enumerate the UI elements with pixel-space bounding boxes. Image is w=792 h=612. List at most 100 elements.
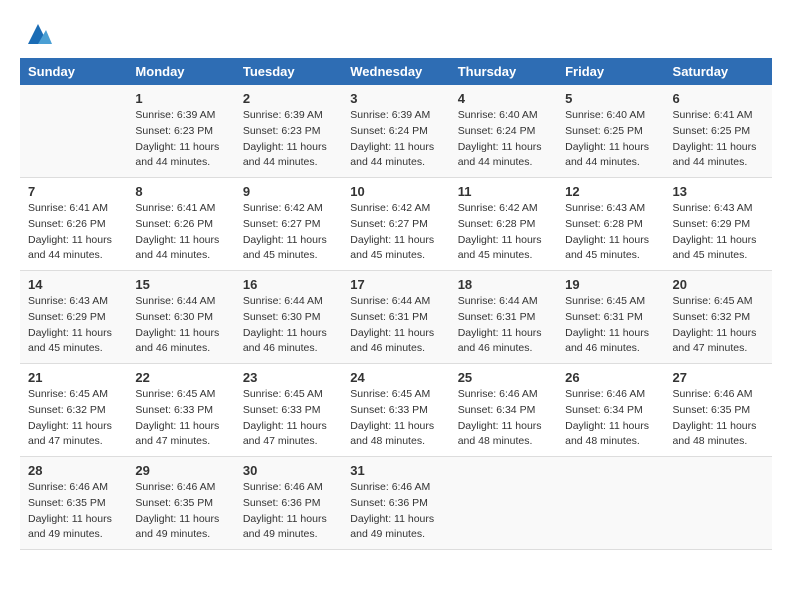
calendar-cell: 21 Sunrise: 6:45 AMSunset: 6:32 PMDaylig… — [20, 364, 127, 457]
day-info: Sunrise: 6:46 AMSunset: 6:34 PMDaylight:… — [458, 387, 549, 450]
day-info: Sunrise: 6:46 AMSunset: 6:35 PMDaylight:… — [135, 480, 226, 543]
day-number: 21 — [28, 370, 119, 385]
day-info: Sunrise: 6:39 AMSunset: 6:23 PMDaylight:… — [243, 108, 334, 171]
day-number: 20 — [673, 277, 764, 292]
calendar-cell: 1 Sunrise: 6:39 AMSunset: 6:23 PMDayligh… — [127, 85, 234, 178]
calendar-table: SundayMondayTuesdayWednesdayThursdayFrid… — [20, 58, 772, 550]
day-info: Sunrise: 6:44 AMSunset: 6:30 PMDaylight:… — [135, 294, 226, 357]
calendar-week-row: 1 Sunrise: 6:39 AMSunset: 6:23 PMDayligh… — [20, 85, 772, 178]
header-day: Saturday — [665, 58, 772, 85]
day-number: 2 — [243, 91, 334, 106]
day-number: 28 — [28, 463, 119, 478]
calendar-cell: 27 Sunrise: 6:46 AMSunset: 6:35 PMDaylig… — [665, 364, 772, 457]
calendar-cell: 6 Sunrise: 6:41 AMSunset: 6:25 PMDayligh… — [665, 85, 772, 178]
header-day: Tuesday — [235, 58, 342, 85]
calendar-cell: 9 Sunrise: 6:42 AMSunset: 6:27 PMDayligh… — [235, 178, 342, 271]
day-info: Sunrise: 6:39 AMSunset: 6:23 PMDaylight:… — [135, 108, 226, 171]
calendar-week-row: 21 Sunrise: 6:45 AMSunset: 6:32 PMDaylig… — [20, 364, 772, 457]
day-info: Sunrise: 6:43 AMSunset: 6:29 PMDaylight:… — [673, 201, 764, 264]
day-info: Sunrise: 6:43 AMSunset: 6:28 PMDaylight:… — [565, 201, 656, 264]
day-number: 6 — [673, 91, 764, 106]
day-number: 10 — [350, 184, 441, 199]
calendar-cell: 16 Sunrise: 6:44 AMSunset: 6:30 PMDaylig… — [235, 271, 342, 364]
day-info: Sunrise: 6:44 AMSunset: 6:31 PMDaylight:… — [458, 294, 549, 357]
logo-icon — [24, 20, 52, 48]
calendar-body: 1 Sunrise: 6:39 AMSunset: 6:23 PMDayligh… — [20, 85, 772, 550]
calendar-cell: 30 Sunrise: 6:46 AMSunset: 6:36 PMDaylig… — [235, 457, 342, 550]
calendar-week-row: 7 Sunrise: 6:41 AMSunset: 6:26 PMDayligh… — [20, 178, 772, 271]
calendar-cell: 8 Sunrise: 6:41 AMSunset: 6:26 PMDayligh… — [127, 178, 234, 271]
header-row: SundayMondayTuesdayWednesdayThursdayFrid… — [20, 58, 772, 85]
calendar-cell — [557, 457, 664, 550]
day-number: 27 — [673, 370, 764, 385]
calendar-week-row: 14 Sunrise: 6:43 AMSunset: 6:29 PMDaylig… — [20, 271, 772, 364]
day-info: Sunrise: 6:45 AMSunset: 6:31 PMDaylight:… — [565, 294, 656, 357]
day-number: 25 — [458, 370, 549, 385]
day-info: Sunrise: 6:43 AMSunset: 6:29 PMDaylight:… — [28, 294, 119, 357]
day-info: Sunrise: 6:42 AMSunset: 6:28 PMDaylight:… — [458, 201, 549, 264]
day-number: 14 — [28, 277, 119, 292]
day-info: Sunrise: 6:46 AMSunset: 6:35 PMDaylight:… — [673, 387, 764, 450]
calendar-cell: 29 Sunrise: 6:46 AMSunset: 6:35 PMDaylig… — [127, 457, 234, 550]
calendar-cell: 10 Sunrise: 6:42 AMSunset: 6:27 PMDaylig… — [342, 178, 449, 271]
day-number: 5 — [565, 91, 656, 106]
calendar-cell: 28 Sunrise: 6:46 AMSunset: 6:35 PMDaylig… — [20, 457, 127, 550]
day-number: 22 — [135, 370, 226, 385]
calendar-cell — [665, 457, 772, 550]
calendar-cell: 26 Sunrise: 6:46 AMSunset: 6:34 PMDaylig… — [557, 364, 664, 457]
day-info: Sunrise: 6:41 AMSunset: 6:26 PMDaylight:… — [28, 201, 119, 264]
calendar-cell: 18 Sunrise: 6:44 AMSunset: 6:31 PMDaylig… — [450, 271, 557, 364]
calendar-cell: 31 Sunrise: 6:46 AMSunset: 6:36 PMDaylig… — [342, 457, 449, 550]
day-info: Sunrise: 6:42 AMSunset: 6:27 PMDaylight:… — [243, 201, 334, 264]
calendar-cell: 13 Sunrise: 6:43 AMSunset: 6:29 PMDaylig… — [665, 178, 772, 271]
calendar-cell: 2 Sunrise: 6:39 AMSunset: 6:23 PMDayligh… — [235, 85, 342, 178]
header-day: Monday — [127, 58, 234, 85]
day-number: 12 — [565, 184, 656, 199]
day-info: Sunrise: 6:46 AMSunset: 6:34 PMDaylight:… — [565, 387, 656, 450]
header-day: Friday — [557, 58, 664, 85]
calendar-cell: 19 Sunrise: 6:45 AMSunset: 6:31 PMDaylig… — [557, 271, 664, 364]
day-number: 8 — [135, 184, 226, 199]
day-info: Sunrise: 6:39 AMSunset: 6:24 PMDaylight:… — [350, 108, 441, 171]
day-info: Sunrise: 6:45 AMSunset: 6:33 PMDaylight:… — [350, 387, 441, 450]
calendar-cell: 20 Sunrise: 6:45 AMSunset: 6:32 PMDaylig… — [665, 271, 772, 364]
calendar-cell — [20, 85, 127, 178]
day-number: 17 — [350, 277, 441, 292]
calendar-cell: 4 Sunrise: 6:40 AMSunset: 6:24 PMDayligh… — [450, 85, 557, 178]
day-number: 19 — [565, 277, 656, 292]
day-number: 11 — [458, 184, 549, 199]
day-info: Sunrise: 6:44 AMSunset: 6:31 PMDaylight:… — [350, 294, 441, 357]
calendar-cell: 11 Sunrise: 6:42 AMSunset: 6:28 PMDaylig… — [450, 178, 557, 271]
header-day: Sunday — [20, 58, 127, 85]
logo — [20, 20, 52, 48]
day-number: 26 — [565, 370, 656, 385]
day-number: 31 — [350, 463, 441, 478]
day-number: 7 — [28, 184, 119, 199]
calendar-cell — [450, 457, 557, 550]
calendar-cell: 14 Sunrise: 6:43 AMSunset: 6:29 PMDaylig… — [20, 271, 127, 364]
day-number: 3 — [350, 91, 441, 106]
day-info: Sunrise: 6:45 AMSunset: 6:33 PMDaylight:… — [243, 387, 334, 450]
day-number: 15 — [135, 277, 226, 292]
day-number: 13 — [673, 184, 764, 199]
day-info: Sunrise: 6:40 AMSunset: 6:24 PMDaylight:… — [458, 108, 549, 171]
day-info: Sunrise: 6:44 AMSunset: 6:30 PMDaylight:… — [243, 294, 334, 357]
day-number: 16 — [243, 277, 334, 292]
calendar-cell: 17 Sunrise: 6:44 AMSunset: 6:31 PMDaylig… — [342, 271, 449, 364]
calendar-week-row: 28 Sunrise: 6:46 AMSunset: 6:35 PMDaylig… — [20, 457, 772, 550]
calendar-cell: 25 Sunrise: 6:46 AMSunset: 6:34 PMDaylig… — [450, 364, 557, 457]
day-number: 23 — [243, 370, 334, 385]
day-number: 18 — [458, 277, 549, 292]
day-info: Sunrise: 6:45 AMSunset: 6:32 PMDaylight:… — [673, 294, 764, 357]
day-info: Sunrise: 6:41 AMSunset: 6:25 PMDaylight:… — [673, 108, 764, 171]
day-number: 4 — [458, 91, 549, 106]
day-info: Sunrise: 6:41 AMSunset: 6:26 PMDaylight:… — [135, 201, 226, 264]
day-info: Sunrise: 6:46 AMSunset: 6:35 PMDaylight:… — [28, 480, 119, 543]
calendar-cell: 7 Sunrise: 6:41 AMSunset: 6:26 PMDayligh… — [20, 178, 127, 271]
calendar-header: SundayMondayTuesdayWednesdayThursdayFrid… — [20, 58, 772, 85]
day-number: 1 — [135, 91, 226, 106]
calendar-cell: 12 Sunrise: 6:43 AMSunset: 6:28 PMDaylig… — [557, 178, 664, 271]
day-info: Sunrise: 6:46 AMSunset: 6:36 PMDaylight:… — [350, 480, 441, 543]
calendar-cell: 3 Sunrise: 6:39 AMSunset: 6:24 PMDayligh… — [342, 85, 449, 178]
day-info: Sunrise: 6:42 AMSunset: 6:27 PMDaylight:… — [350, 201, 441, 264]
